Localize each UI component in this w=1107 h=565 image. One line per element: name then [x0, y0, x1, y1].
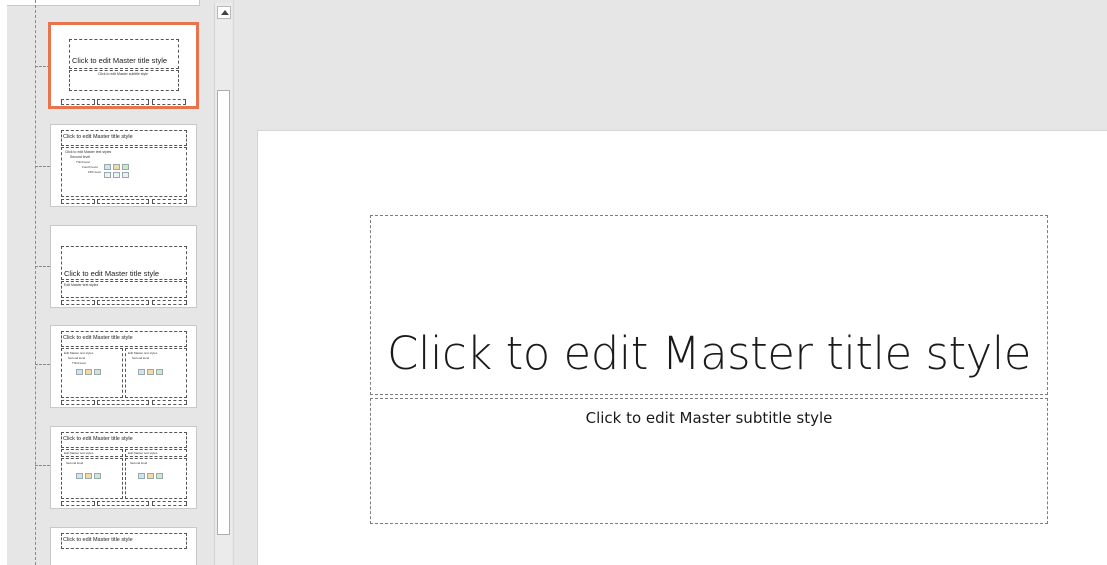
- thumb-title-text: Click to edit Master title style: [63, 134, 133, 140]
- thumb-content-placeholder: Click to edit Master text styles Second …: [61, 147, 187, 197]
- thumb-date-placeholder: [61, 300, 95, 305]
- thumb-left-content: Edit Master text styles Second level Thi…: [61, 348, 123, 398]
- chart-icon: [85, 369, 92, 375]
- thumb-body-line: Edit Master text styles: [128, 451, 158, 455]
- thumb-body-line: Fifth level: [88, 170, 101, 174]
- pane-left-edge: [0, 0, 7, 565]
- smartart-icon: [156, 369, 163, 375]
- arrow-up-icon: [221, 10, 229, 15]
- video-icon: [122, 172, 129, 178]
- slide-editing-area: Click to edit Master title style Click t…: [233, 0, 1107, 565]
- scroll-thumb[interactable]: [217, 90, 230, 535]
- thumb-subtitle-placeholder: Click to edit Master subtitle style: [69, 70, 179, 91]
- thumb-number-placeholder: [152, 400, 187, 405]
- slide-title-text[interactable]: Click to edit Master title style: [371, 327, 1047, 380]
- smartart-icon: [122, 164, 129, 170]
- table-icon: [138, 369, 145, 375]
- thumbnail-connector: [35, 166, 50, 167]
- thumb-footer-placeholder: [97, 199, 149, 204]
- thumb-footer-placeholder: [97, 99, 149, 105]
- picture-icon: [104, 172, 111, 178]
- layout-thumbnail-two-content[interactable]: Click to edit Master title style Edit Ma…: [50, 325, 197, 408]
- thumb-date-placeholder: [61, 400, 95, 405]
- thumb-title-placeholder: Click to edit Master title style: [61, 130, 187, 146]
- thumb-body-line: Edit Master text styles: [64, 283, 99, 287]
- chart-icon: [85, 473, 92, 479]
- chart-icon: [113, 164, 120, 170]
- thumb-title-placeholder: Click to edit Master title style: [61, 246, 187, 280]
- layout-thumbnail-comparison[interactable]: Click to edit Master title style Edit Ma…: [50, 426, 197, 509]
- thumb-left-heading: Edit Master text styles: [61, 449, 123, 457]
- thumb-title-placeholder: Click to edit Master title style: [61, 533, 187, 549]
- layout-thumbnail-title-only[interactable]: Click to edit Master title style: [50, 527, 197, 565]
- thumb-body-line: Edit Master text styles: [128, 351, 158, 355]
- thumb-title-text: Click to edit Master title style: [64, 269, 160, 278]
- smartart-icon: [156, 473, 163, 479]
- layout-thumbnail-section-header[interactable]: Click to edit Master title style Edit Ma…: [50, 225, 197, 308]
- thumb-body-line: Second level: [68, 356, 86, 360]
- thumb-right-content: Edit Master text styles Second level: [125, 348, 187, 398]
- thumb-number-placeholder: [152, 300, 187, 305]
- thumb-date-placeholder: [61, 199, 95, 204]
- thumb-footer-placeholder: [97, 300, 149, 305]
- thumb-body-line: Click to edit Master text styles: [65, 150, 112, 154]
- thumb-body-line: Edit Master text styles: [64, 451, 94, 455]
- table-icon: [76, 473, 83, 479]
- thumb-body-line: Fourth level: [82, 165, 98, 169]
- slide-subtitle-text[interactable]: Click to edit Master subtitle style: [371, 409, 1047, 427]
- layout-thumbnail-title-slide[interactable]: Click to edit Master title style Click t…: [48, 22, 199, 109]
- thumbnail-connector: [35, 266, 50, 267]
- thumb-body-line: Third level: [72, 361, 86, 365]
- thumb-body-line: Second level: [70, 155, 91, 159]
- thumb-footer-placeholder: [97, 400, 149, 405]
- thumb-number-placeholder: [152, 199, 187, 204]
- thumb-body-line: Second level: [132, 356, 150, 360]
- thumb-right-heading: Edit Master text styles: [125, 449, 187, 457]
- thumb-title-placeholder: Click to edit Master title style: [69, 39, 179, 69]
- layout-thumbnail-title-and-content[interactable]: Click to edit Master title style Click t…: [50, 124, 197, 207]
- thumb-left-content: Second level: [61, 458, 123, 499]
- master-connector-line: [35, 0, 36, 565]
- slide-canvas[interactable]: Click to edit Master title style Click t…: [257, 130, 1107, 565]
- thumb-title-text: Click to edit Master title style: [72, 56, 168, 65]
- thumb-title-placeholder: Click to edit Master title style: [61, 432, 187, 448]
- thumb-body-line: Third level: [76, 160, 90, 164]
- thumb-right-content: Second level: [125, 458, 187, 499]
- thumbnail-pane: Click to edit Master title style Click t…: [0, 0, 233, 565]
- thumb-title-text: Click to edit Master title style: [63, 537, 133, 543]
- smartart-icon: [94, 473, 101, 479]
- thumb-title-text: Click to edit Master title style: [63, 335, 133, 341]
- smartart-icon: [94, 369, 101, 375]
- chart-icon: [147, 473, 154, 479]
- thumb-date-placeholder: [61, 99, 95, 105]
- table-icon: [138, 473, 145, 479]
- table-icon: [104, 164, 111, 170]
- thumb-subtitle-text: Click to edit Master subtitle style: [98, 72, 148, 76]
- thumb-footer-placeholder: [97, 501, 149, 506]
- thumb-body-line: Second level: [130, 461, 148, 465]
- table-icon: [76, 369, 83, 375]
- thumbnail-scrollbar[interactable]: [214, 3, 232, 565]
- thumb-text-placeholder: Edit Master text styles: [61, 281, 187, 298]
- scroll-up-button[interactable]: [217, 6, 231, 19]
- thumb-body-line: Second level: [66, 461, 84, 465]
- thumb-title-placeholder: Click to edit Master title style: [61, 331, 187, 347]
- title-placeholder[interactable]: Click to edit Master title style: [370, 215, 1048, 395]
- thumb-title-text: Click to edit Master title style: [63, 436, 133, 442]
- thumbnail-connector: [35, 465, 50, 466]
- chart-icon: [147, 369, 154, 375]
- online-picture-icon: [113, 172, 120, 178]
- thumb-number-placeholder: [152, 99, 186, 105]
- thumb-date-placeholder: [61, 501, 95, 506]
- thumb-number-placeholder: [152, 501, 187, 506]
- thumbnail-connector: [35, 364, 50, 365]
- subtitle-placeholder[interactable]: Click to edit Master subtitle style: [370, 398, 1048, 524]
- thumb-body-line: Edit Master text styles: [64, 351, 94, 355]
